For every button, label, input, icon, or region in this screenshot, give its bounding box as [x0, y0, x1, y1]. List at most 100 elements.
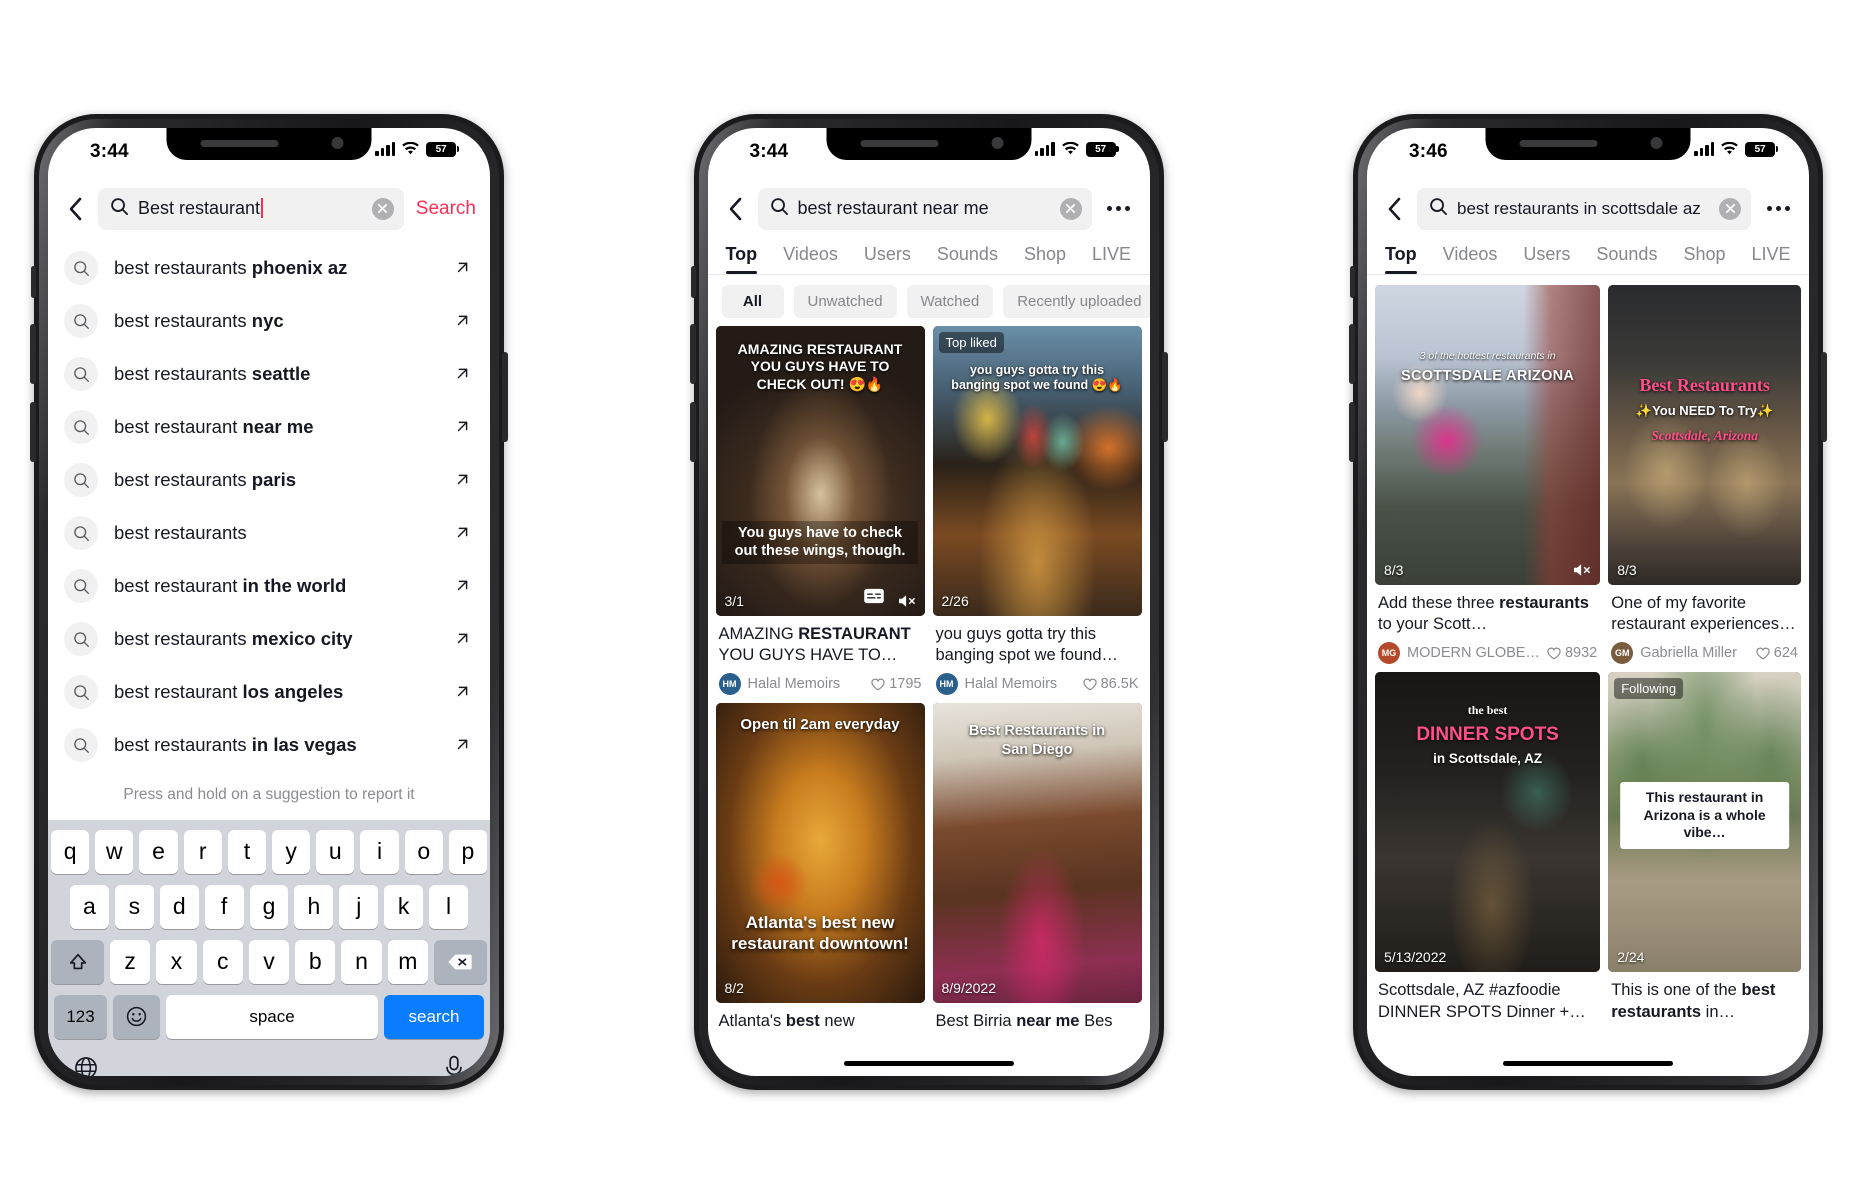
chip-recently-uploaded[interactable]: Recently uploaded — [1003, 284, 1150, 318]
key-h[interactable]: h — [294, 884, 334, 929]
insert-arrow-icon[interactable] — [454, 735, 474, 755]
space-key[interactable]: space — [166, 994, 378, 1039]
key-l[interactable]: l — [429, 884, 469, 929]
video-card[interactable]: Best Restaurants ✨You NEED To Try✨ Scott… — [1608, 284, 1801, 665]
insert-arrow-icon[interactable] — [454, 311, 474, 331]
suggestion-item[interactable]: best restaurant los angeles — [48, 666, 490, 719]
key-j[interactable]: j — [339, 884, 379, 929]
tab-users[interactable]: Users — [864, 244, 911, 274]
video-thumbnail[interactable]: 3 of the hottest restaurants in SCOTTSDA… — [1375, 284, 1601, 585]
tab-videos[interactable]: Videos — [783, 244, 838, 274]
key-n[interactable]: n — [341, 939, 382, 984]
suggestion-item[interactable]: best restaurants phoenix az — [48, 242, 490, 295]
silent-switch[interactable] — [31, 265, 36, 298]
emoji-smiley-icon[interactable] — [113, 994, 160, 1039]
back-chevron-icon[interactable] — [1381, 194, 1407, 224]
power-button[interactable] — [502, 351, 508, 442]
key-x[interactable]: x — [156, 939, 197, 984]
results-scroll-area[interactable]: 3 of the hottest restaurants in SCOTTSDA… — [1367, 275, 1809, 1045]
backspace-icon[interactable] — [433, 939, 487, 984]
insert-arrow-icon[interactable] — [454, 682, 474, 702]
avatar[interactable]: MG — [1378, 642, 1400, 665]
search-input[interactable]: best restaurants in scottsdale az — [1417, 187, 1751, 230]
chip-watched[interactable]: Watched — [906, 284, 994, 318]
suggestion-item[interactable]: best restaurants — [48, 507, 490, 560]
search-input[interactable]: Best restaurant — [98, 187, 404, 230]
key-v[interactable]: v — [248, 939, 290, 984]
mute-icon[interactable] — [1572, 562, 1592, 578]
more-dots-icon[interactable] — [1761, 206, 1795, 211]
chip-all[interactable]: All — [721, 284, 784, 318]
suggestion-item[interactable]: best restaurants paris — [48, 454, 490, 507]
suggestion-item[interactable]: best restaurants nyc — [48, 295, 490, 348]
key-b[interactable]: b — [295, 939, 336, 984]
more-dots-icon[interactable] — [1102, 206, 1136, 211]
video-author[interactable]: MODERN GLOBE… — [1407, 645, 1540, 661]
mute-icon[interactable] — [897, 593, 917, 609]
power-button[interactable] — [1821, 351, 1827, 442]
video-thumbnail[interactable]: Open til 2am everyday Atlanta's best new… — [715, 703, 925, 1004]
tab-videos[interactable]: Videos — [1443, 244, 1498, 274]
video-author[interactable]: Gabriella Miller — [1640, 645, 1749, 661]
video-card[interactable]: the best DINNER SPOTS in Scottsdale, AZ … — [1375, 672, 1601, 1023]
tab-live[interactable]: LIVE — [1752, 244, 1791, 274]
key-o[interactable]: o — [404, 829, 443, 874]
key-p[interactable]: p — [448, 829, 488, 874]
tab-users[interactable]: Users — [1523, 244, 1570, 274]
volume-down-button[interactable] — [689, 401, 696, 462]
key-z[interactable]: z — [110, 939, 151, 984]
video-thumbnail[interactable]: Best Restaurants in San Diego 8/9/2022 — [932, 703, 1142, 1004]
video-thumbnail[interactable]: Following This restaurant in Arizona is … — [1608, 672, 1801, 973]
key-a[interactable]: a — [70, 884, 109, 929]
key-f[interactable]: f — [204, 884, 244, 929]
power-button[interactable] — [1161, 351, 1168, 442]
insert-arrow-icon[interactable] — [454, 470, 474, 490]
keyboard-search-key[interactable]: search — [384, 994, 484, 1039]
silent-switch[interactable] — [690, 265, 696, 298]
tab-live[interactable]: LIVE — [1092, 244, 1131, 274]
video-author[interactable]: Halal Memoirs — [748, 676, 865, 692]
tab-shop[interactable]: Shop — [1024, 244, 1066, 274]
back-chevron-icon[interactable] — [62, 194, 88, 224]
video-thumbnail[interactable]: the best DINNER SPOTS in Scottsdale, AZ … — [1375, 672, 1601, 973]
tab-shop[interactable]: Shop — [1683, 244, 1725, 274]
key-q[interactable]: q — [50, 829, 90, 874]
clear-circle-icon[interactable] — [371, 197, 394, 220]
numbers-key[interactable]: 123 — [54, 994, 107, 1039]
chip-unwatched[interactable]: Unwatched — [793, 284, 897, 318]
video-thumbnail[interactable]: AMAZING RESTAURANT YOU GUYS HAVE TO CHEC… — [715, 325, 925, 616]
tab-sounds[interactable]: Sounds — [937, 244, 998, 274]
video-card[interactable]: Open til 2am everyday Atlanta's best new… — [715, 703, 925, 1032]
search-submit-button[interactable]: Search — [414, 198, 476, 220]
globe-icon[interactable] — [73, 1055, 99, 1076]
suggestion-item[interactable]: best restaurants seattle — [48, 348, 490, 401]
video-card[interactable]: Top liked you guys gotta try this bangin… — [932, 325, 1142, 696]
key-c[interactable]: c — [202, 939, 243, 984]
back-chevron-icon[interactable] — [722, 194, 748, 224]
key-k[interactable]: k — [384, 884, 424, 929]
volume-up-button[interactable] — [30, 323, 36, 384]
on-screen-keyboard[interactable]: q w e r t y u i o p a s d f g h j k l z … — [48, 819, 490, 1076]
silent-switch[interactable] — [1350, 265, 1355, 298]
video-card[interactable]: AMAZING RESTAURANT YOU GUYS HAVE TO CHEC… — [715, 325, 925, 696]
clear-circle-icon[interactable] — [1059, 197, 1082, 220]
clear-circle-icon[interactable] — [1719, 197, 1741, 220]
tab-sounds[interactable]: Sounds — [1596, 244, 1657, 274]
key-y[interactable]: y — [272, 829, 311, 874]
closed-caption-icon[interactable] — [863, 588, 885, 609]
video-card[interactable]: 3 of the hottest restaurants in SCOTTSDA… — [1375, 284, 1601, 665]
insert-arrow-icon[interactable] — [454, 523, 474, 543]
video-author[interactable]: Halal Memoirs — [965, 676, 1076, 692]
key-m[interactable]: m — [387, 939, 428, 984]
video-card[interactable]: Best Restaurants in San Diego 8/9/2022 B… — [932, 703, 1142, 1032]
results-scroll-area[interactable]: AMAZING RESTAURANT YOU GUYS HAVE TO CHEC… — [708, 325, 1150, 1066]
suggestion-item[interactable]: best restaurant near me — [48, 401, 490, 454]
key-u[interactable]: u — [316, 829, 355, 874]
key-r[interactable]: r — [183, 829, 222, 874]
key-d[interactable]: d — [159, 884, 199, 929]
video-thumbnail[interactable]: Top liked you guys gotta try this bangin… — [932, 325, 1142, 616]
key-i[interactable]: i — [360, 829, 399, 874]
insert-arrow-icon[interactable] — [454, 364, 474, 384]
volume-down-button[interactable] — [30, 401, 36, 462]
tab-top[interactable]: Top — [1385, 244, 1417, 274]
